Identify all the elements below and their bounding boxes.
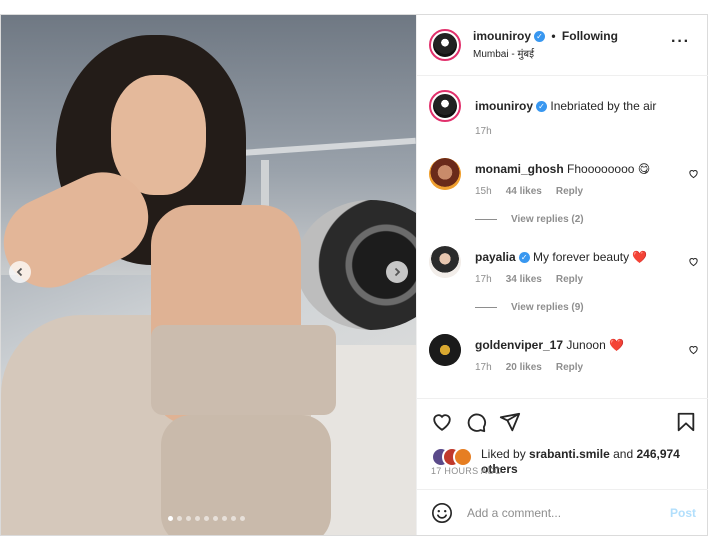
like-comment-heart-icon[interactable] (688, 168, 699, 179)
comments-list[interactable]: imouniroy ✓ Inebriated by the air 17h mon… (417, 76, 708, 398)
post-media[interactable] (1, 15, 416, 535)
comment-text-line: payalia ✓ My forever beauty ❤️ (475, 249, 647, 265)
commenter-avatar[interactable] (429, 334, 461, 366)
caption-row: imouniroy ✓ Inebriated by the air 17h (429, 90, 699, 138)
view-replies-label: View replies (2) (511, 214, 584, 225)
liker-avatar[interactable] (453, 447, 473, 467)
comment-likes[interactable]: 20 likes (506, 362, 542, 373)
replies-divider (475, 306, 497, 308)
replies-divider (475, 218, 497, 220)
author-avatar[interactable] (429, 29, 461, 61)
caption-avatar[interactable] (429, 90, 461, 122)
reply-button[interactable]: Reply (556, 186, 583, 197)
post-side-panel: imouniroy ✓ • Following Mumbai - मुंबई ··… (416, 15, 708, 535)
action-bar (417, 398, 708, 444)
commenter-avatar[interactable] (429, 158, 461, 190)
comment-time: 15h (475, 186, 492, 197)
post-header: imouniroy ✓ • Following Mumbai - मुंबई ··… (417, 15, 708, 76)
comment-meta: 17h 20 likes Reply (475, 362, 597, 373)
comment-text-line: monami_ghosh Fhoooooooo 😋 (475, 161, 650, 177)
carousel-prev-button[interactable] (9, 261, 31, 283)
comment-row: monami_ghosh Fhoooooooo 😋 15h 44 likes Rep… (429, 158, 699, 228)
verified-badge-icon: ✓ (536, 101, 548, 112)
author-line: imouniroy ✓ • Following (473, 29, 618, 43)
comment-username[interactable]: monami_ghosh (475, 162, 564, 176)
post-location[interactable]: Mumbai - मुंबई (473, 46, 534, 60)
carousel-indicator (168, 516, 245, 521)
add-comment-bar: Post (417, 489, 708, 536)
reply-button[interactable]: Reply (556, 362, 583, 373)
comment-username[interactable]: goldenviper_17 (475, 338, 563, 352)
carousel-dot (186, 516, 191, 521)
carousel-dot (231, 516, 236, 521)
following-button[interactable]: Following (562, 29, 618, 43)
verified-badge-icon: ✓ (518, 252, 530, 263)
comment-time: 17h (475, 274, 492, 285)
liked-by-and: and (613, 447, 634, 461)
more-options-button[interactable]: ··· (671, 33, 690, 51)
like-comment-heart-icon[interactable] (688, 256, 699, 267)
liked-by-prefix: Liked by (481, 447, 526, 461)
comment-time: 17h (475, 362, 492, 373)
post-modal: imouniroy ✓ • Following Mumbai - मुंबई ··… (0, 14, 708, 536)
liked-by-count[interactable]: 246,974 (636, 447, 679, 461)
comment-text: Fhoooooooo 😋 (567, 162, 651, 176)
comment-meta: 17h 34 likes Reply (475, 274, 597, 285)
carousel-dot (168, 516, 173, 521)
comment-text: Junoon ❤️ (566, 338, 625, 352)
post-comment-button[interactable]: Post (670, 506, 696, 520)
caption-username[interactable]: imouniroy (475, 99, 533, 113)
verified-badge-icon: ✓ (534, 31, 546, 42)
comment-text-line: goldenviper_17 Junoon ❤️ (475, 337, 624, 353)
view-replies-button[interactable]: View replies (9) (475, 302, 584, 313)
comment-meta: 15h 44 likes Reply (475, 186, 597, 197)
caption-text-line: imouniroy ✓ Inebriated by the air (475, 98, 656, 114)
photo-figure-top (151, 325, 336, 415)
smiley-icon[interactable] (431, 502, 453, 524)
like-heart-icon[interactable] (431, 411, 453, 433)
reply-button[interactable]: Reply (556, 274, 583, 285)
caption-text: Inebriated by the air (550, 99, 657, 113)
comment-bubble-icon[interactable] (465, 411, 487, 433)
carousel-dot (204, 516, 209, 521)
like-comment-heart-icon[interactable] (688, 344, 699, 355)
chevron-left-icon (16, 267, 23, 277)
caption-time: 17h (475, 126, 492, 137)
carousel-dot (222, 516, 227, 521)
chevron-right-icon (394, 267, 401, 277)
comment-likes[interactable]: 34 likes (506, 274, 542, 285)
author-username[interactable]: imouniroy (473, 29, 531, 43)
comment-row: payalia ✓ My forever beauty ❤️ 17h 34 like… (429, 246, 699, 316)
view-replies-label: View replies (9) (511, 302, 584, 313)
post-timestamp[interactable]: 17 HOURS AGO (431, 466, 502, 476)
share-send-icon[interactable] (499, 411, 521, 433)
separator-dot: • (551, 29, 556, 43)
carousel-next-button[interactable] (386, 261, 408, 283)
view-replies-button[interactable]: View replies (2) (475, 214, 584, 225)
comment-row: goldenviper_17 Junoon ❤️ 17h 20 likes Repl… (429, 334, 699, 380)
carousel-dot (177, 516, 182, 521)
more-horizontal-icon: ··· (671, 33, 690, 50)
carousel-dot (240, 516, 245, 521)
carousel-dot (195, 516, 200, 521)
comment-likes[interactable]: 44 likes (506, 186, 542, 197)
comment-input[interactable] (465, 502, 649, 524)
carousel-dot (213, 516, 218, 521)
comment-username[interactable]: payalia (475, 250, 516, 264)
liked-by-text: Liked by srabanti.smile and 246,974 othe… (481, 447, 701, 477)
bookmark-icon[interactable] (675, 411, 697, 433)
liked-by-user[interactable]: srabanti.smile (529, 447, 610, 461)
commenter-avatar[interactable] (429, 246, 461, 278)
comment-text: My forever beauty ❤️ (533, 250, 648, 264)
